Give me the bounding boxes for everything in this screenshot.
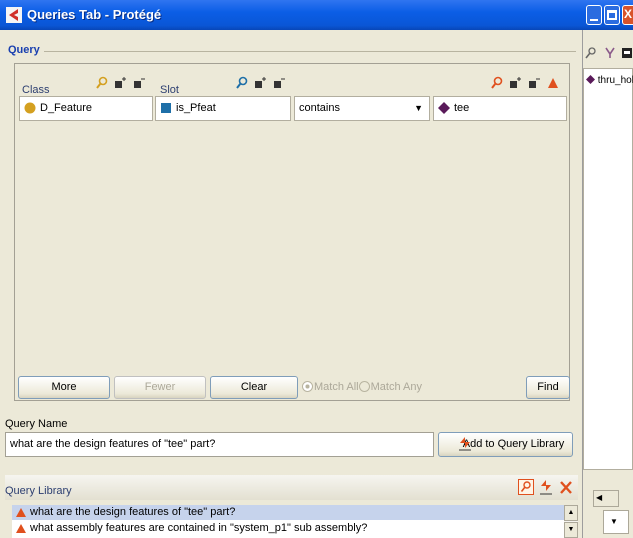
operator-select[interactable]: contains ▼ [294,96,430,121]
more-button[interactable]: More [18,376,110,399]
instance-label: thru_hole [597,75,633,86]
right-title-bar: X [583,0,633,30]
instance-icon [438,102,450,114]
library-item[interactable]: what assembly features are contained in … [12,521,564,536]
match-any-label: Match Any [370,381,422,393]
query-section-title: Query [8,44,40,56]
instance-finder-icon[interactable] [585,47,597,59]
slot-cell[interactable]: is_Pfeat [155,96,291,121]
instance-list: thru_hole [583,68,633,470]
add-to-library-label: Add to Query Library [462,438,565,450]
scroll-up-arrow-icon[interactable]: ▲ [564,505,578,521]
library-add-icon[interactable] [539,479,553,495]
value-remove-icon[interactable] [527,76,541,90]
query-name-input[interactable]: what are the design features of "tee" pa… [5,432,434,457]
maximize-icon[interactable] [604,5,620,25]
library-list: what are the design features of "tee" pa… [12,505,564,538]
find-button[interactable]: Find [526,376,570,399]
operator-value: contains [299,102,340,114]
query-divider [44,51,576,52]
library-item[interactable]: what are the design features of "tee" pa… [12,505,564,520]
fewer-button: Fewer [114,376,206,399]
slot-remove-icon[interactable] [272,76,286,90]
slot-add-icon[interactable] [253,76,267,90]
instance-tree-icon[interactable] [604,47,616,59]
add-library-icon [459,437,471,451]
query-panel: Class Slot D_Feature is_Pfeat contains ▼… [14,63,570,401]
slot-header: Slot [160,84,179,96]
value-delete-icon[interactable] [546,76,560,90]
match-all-radio[interactable] [302,381,313,392]
library-title: Query Library [5,485,72,497]
instance-item[interactable]: thru_hole [586,75,633,86]
clear-button[interactable]: Clear [210,376,298,399]
library-item-label: what assembly features are contained in … [30,522,368,534]
value-cell[interactable]: tee [433,96,567,121]
query-item-icon [16,524,26,533]
library-scrollbar[interactable]: ▲ ▼ [564,505,578,538]
library-retrieve-icon[interactable] [518,479,534,495]
class-remove-icon[interactable] [132,76,146,90]
horizontal-scrollbar[interactable]: ◀ [593,490,619,507]
class-icon [24,102,36,114]
right-dropdown[interactable]: ▼ [603,510,629,534]
close-icon[interactable]: X [622,5,633,25]
class-add-icon[interactable] [113,76,127,90]
match-radio-group: Match All Match Any [302,381,422,393]
slot-finder-icon[interactable] [235,76,249,90]
scroll-left-arrow-icon[interactable]: ◀ [596,493,602,502]
add-to-library-button[interactable]: Add to Query Library [438,432,573,457]
value-finder-icon[interactable] [490,76,504,90]
chevron-down-icon[interactable]: ▼ [414,97,423,120]
window-title: Queries Tab - Protégé [27,7,162,22]
value-text: tee [454,102,470,114]
library-item-label: what are the design features of "tee" pa… [30,506,236,518]
match-all-label: Match All [314,381,359,393]
instances-pane: X thru_hole ◀ ▼ [583,0,633,538]
scroll-down-arrow-icon[interactable]: ▼ [564,522,578,538]
protege-app-icon [6,7,22,23]
value-add-icon[interactable] [508,76,522,90]
slot-value: is_Pfeat [176,102,216,114]
slot-icon [161,103,171,113]
title-bar: Queries Tab - Protégé [0,0,583,30]
match-any-radio[interactable] [358,381,370,392]
class-finder-icon[interactable] [95,76,109,90]
minimize-icon[interactable] [586,5,602,25]
library-delete-icon[interactable] [559,479,573,495]
instance-toolbar [583,43,633,65]
class-value: D_Feature [40,102,92,114]
instance-icon [586,75,595,84]
chevron-down-icon[interactable]: ▼ [610,517,618,526]
query-name-label: Query Name [5,418,68,430]
query-item-icon [16,508,26,517]
class-header: Class [22,84,50,96]
queries-window: Queries Tab - Protégé Query Class Slot D… [0,0,583,538]
library-header: Query Library [5,475,578,500]
class-cell[interactable]: D_Feature [19,96,153,121]
instance-view-icon[interactable] [621,47,633,59]
